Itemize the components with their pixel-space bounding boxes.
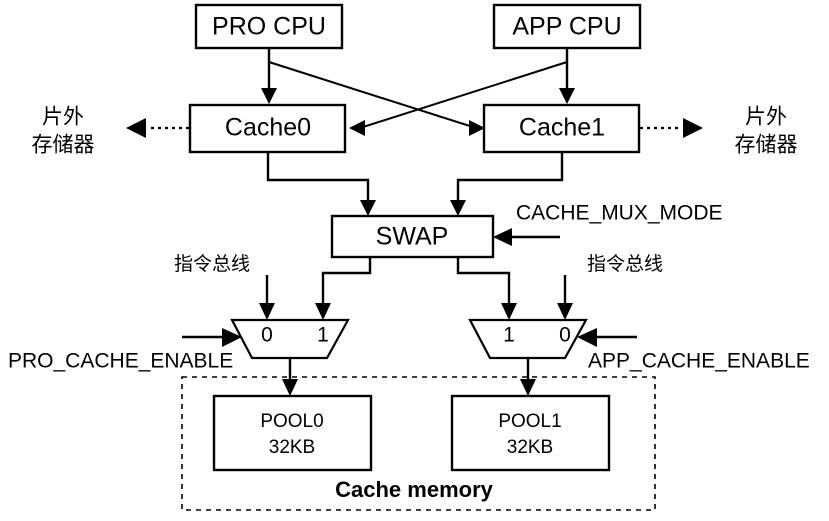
- pool0-size-label: 32KB: [269, 437, 315, 458]
- arrow-cache0-to-external-memory: [126, 118, 146, 138]
- wire-swap-to-mux-left: [321, 257, 372, 307]
- mux-right-input-1-label: 1: [503, 324, 515, 347]
- wire-cache0-to-swap: [266, 152, 370, 205]
- pool1-box: [450, 394, 611, 472]
- arrow-inst-bus-right-to-mux: [557, 303, 573, 320]
- arrow-cache-mux-mode-to-swap: [493, 228, 512, 246]
- arrow-swap-to-mux-right: [501, 303, 517, 320]
- app-cache-enable-label: APP_CACHE_ENABLE: [588, 350, 810, 373]
- cache-mux-mode-label: CACHE_MUX_MODE: [516, 202, 723, 225]
- wire-cache1-to-swap: [456, 152, 564, 205]
- cache0-label: Cache0: [225, 114, 311, 142]
- wire-swap-to-mux-right: [456, 257, 511, 307]
- cache-architecture-diagram: PRO CPU APP CPU Cache0 Cache1 SWAP 片外 存储…: [0, 0, 829, 521]
- arrow-app-cpu-to-cache0-cross: [349, 120, 365, 136]
- arrow-cache1-to-external-memory: [683, 118, 703, 138]
- mux-left-input-0-label: 0: [261, 324, 273, 347]
- pool0-name-label: POOL0: [260, 411, 323, 432]
- arrow-app-cpu-to-cache1: [559, 88, 575, 104]
- arrow-cache0-to-swap: [360, 200, 376, 216]
- cache-memory-title: Cache memory: [335, 477, 494, 502]
- mux-left-shape: [230, 318, 350, 360]
- inst-bus-right-label: 指令总线: [587, 253, 663, 275]
- arrow-cache1-to-swap: [450, 200, 466, 216]
- mux-left-input-1-label: 1: [317, 324, 329, 347]
- pool1-size-label: 32KB: [507, 437, 553, 458]
- ext-mem-right-line2: 存储器: [735, 134, 798, 157]
- arrow-mux-right-to-pool1: [520, 379, 536, 396]
- arrow-pro-cpu-to-cache1-cross: [469, 120, 485, 136]
- pro-cache-enable-label: PRO_CACHE_ENABLE: [8, 350, 233, 373]
- diagram-canvas: PRO CPU APP CPU Cache0 Cache1 SWAP 片外 存储…: [8, 3, 810, 511]
- arrow-pro-cpu-to-cache0: [261, 88, 277, 104]
- ext-mem-left-line2: 存储器: [32, 134, 95, 157]
- mux-right-input-0-label: 0: [559, 324, 571, 347]
- cache1-label: Cache1: [519, 114, 605, 142]
- inst-bus-left-label: 指令总线: [174, 253, 250, 275]
- ext-mem-left-line1: 片外: [42, 106, 84, 129]
- pool0-box: [212, 394, 373, 472]
- app-cpu-label: APP CPU: [512, 13, 621, 41]
- ext-mem-right-line1: 片外: [745, 106, 787, 129]
- pro-cpu-label: PRO CPU: [212, 13, 326, 41]
- arrow-inst-bus-left-to-mux: [259, 303, 275, 320]
- arrow-swap-to-mux-left: [315, 303, 331, 320]
- swap-label: SWAP: [376, 223, 449, 251]
- arrow-mux-left-to-pool0: [282, 379, 298, 396]
- pool1-name-label: POOL1: [498, 411, 561, 432]
